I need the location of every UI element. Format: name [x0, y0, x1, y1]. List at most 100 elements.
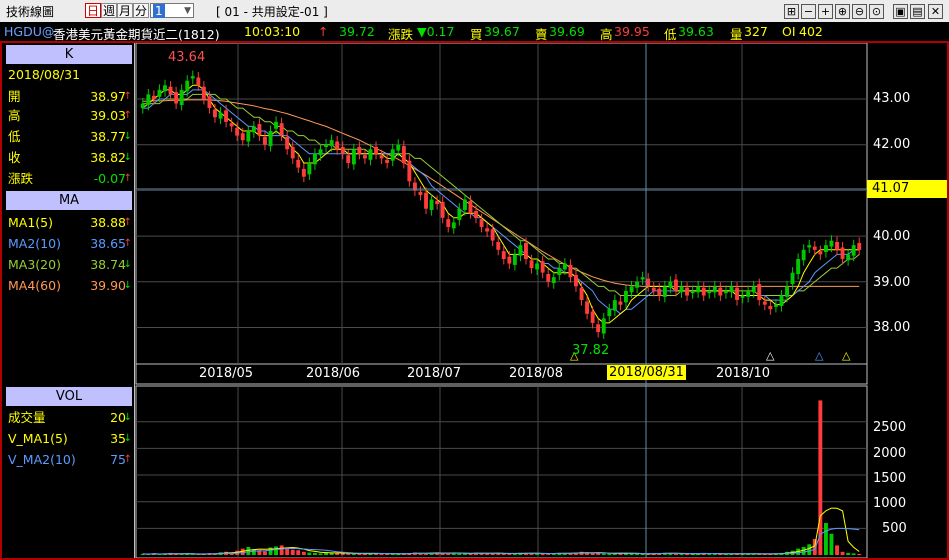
candle-body: [807, 245, 812, 248]
volume-bar: [274, 546, 278, 555]
candle-body: [313, 153, 317, 165]
candle-body: [235, 127, 240, 136]
price-tick: 40.00: [873, 229, 911, 244]
candle-body: [635, 281, 639, 288]
volume-bar: [301, 551, 306, 555]
ma20-line: [142, 93, 860, 296]
volume-bar: [840, 551, 845, 555]
candle-body: [201, 86, 206, 99]
candle-body: [424, 192, 428, 209]
candle-body: [490, 229, 495, 241]
volume-tick: 2000: [873, 446, 907, 461]
volume-bar: [463, 553, 467, 555]
candle-body: [585, 301, 589, 314]
candle-body: [846, 254, 851, 261]
ma-lines: [142, 84, 860, 324]
candle-body: [318, 149, 323, 156]
candle-body: [629, 286, 634, 293]
candle-body: [612, 300, 617, 311]
volume-bar: [540, 553, 545, 555]
volume-tick: 500: [882, 521, 907, 536]
candle-body: [757, 284, 762, 301]
candle-body: [657, 288, 662, 296]
volume-bar: [468, 553, 473, 555]
signal-marker-icon: △: [842, 349, 851, 362]
candle-body: [324, 144, 328, 147]
candle-body: [835, 242, 839, 250]
candle-body: [418, 191, 423, 195]
candle-body: [662, 286, 667, 297]
candle-body: [140, 103, 145, 109]
high-annotation: 43.64: [168, 50, 206, 65]
candle-body: [718, 287, 723, 296]
volume-pane: [135, 385, 868, 559]
candle-body: [818, 251, 823, 255]
candle-body: [679, 286, 684, 293]
candle-body: [268, 131, 273, 147]
volume-bar: [318, 553, 323, 555]
candle-body: [279, 123, 284, 136]
volume-bar: [279, 545, 284, 555]
candle-body: [463, 199, 467, 210]
volume-tick: 2500: [873, 420, 907, 435]
candle-body: [357, 147, 362, 154]
candle-body: [446, 219, 451, 227]
volume-bar: [851, 553, 856, 555]
crosshair-price-label: 41.07: [867, 180, 949, 198]
candle-body: [546, 274, 551, 282]
date-tick: 2018/05: [199, 366, 254, 381]
candle-body: [479, 219, 484, 227]
candle-body: [251, 126, 256, 133]
volume-bar: [340, 553, 345, 555]
candle-body: [163, 85, 167, 92]
volume-bar: [846, 552, 851, 555]
candle-body: [690, 290, 695, 294]
candle-body: [379, 155, 384, 159]
candle-body: [257, 124, 262, 136]
date-tick: 2018/07: [407, 366, 462, 381]
candle-body: [457, 208, 462, 221]
volume-bar: [712, 553, 717, 555]
price-tick: 39.00: [873, 275, 911, 290]
candle-body: [168, 86, 173, 95]
candle-body: [335, 141, 340, 150]
volume-bar: [285, 548, 290, 555]
candle-body: [429, 199, 434, 210]
volume-bar: [385, 554, 390, 555]
candle-body: [851, 245, 856, 256]
candle-body: [746, 290, 751, 297]
candle-body: [346, 155, 351, 163]
candle-body: [396, 144, 401, 151]
candle-body: [540, 261, 545, 273]
candle-body: [340, 147, 345, 154]
candle-body: [240, 133, 245, 141]
candle-body: [768, 306, 773, 310]
candle-body: [785, 286, 789, 297]
candle-body: [751, 286, 756, 293]
low-annotation: 37.82: [572, 343, 610, 358]
volume-bar: [190, 554, 195, 555]
chart-canvas[interactable]: △ △ △ △: [0, 0, 949, 560]
candle-body: [829, 240, 834, 247]
candle-body: [651, 287, 656, 291]
candle-body: [363, 155, 367, 159]
date-tick: 2018/10: [716, 366, 771, 381]
candle-body: [401, 146, 406, 163]
candle-body: [329, 140, 334, 146]
candle-body: [196, 77, 201, 86]
candle-body: [213, 109, 217, 118]
candle-body: [712, 286, 717, 293]
crosshair-date-label: 2018/08/31: [607, 365, 686, 380]
candle-body: [551, 277, 556, 284]
volume-bar: [346, 553, 351, 555]
candle-body: [151, 95, 156, 99]
candle-body: [229, 123, 234, 127]
candle-body: [274, 121, 278, 129]
volume-bar: [290, 549, 295, 555]
volume-bar: [857, 553, 862, 555]
volume-bar: [640, 554, 645, 555]
candle-body: [729, 286, 734, 293]
candle-body: [674, 279, 678, 291]
candle-body: [790, 272, 795, 285]
candle-body: [735, 287, 739, 300]
